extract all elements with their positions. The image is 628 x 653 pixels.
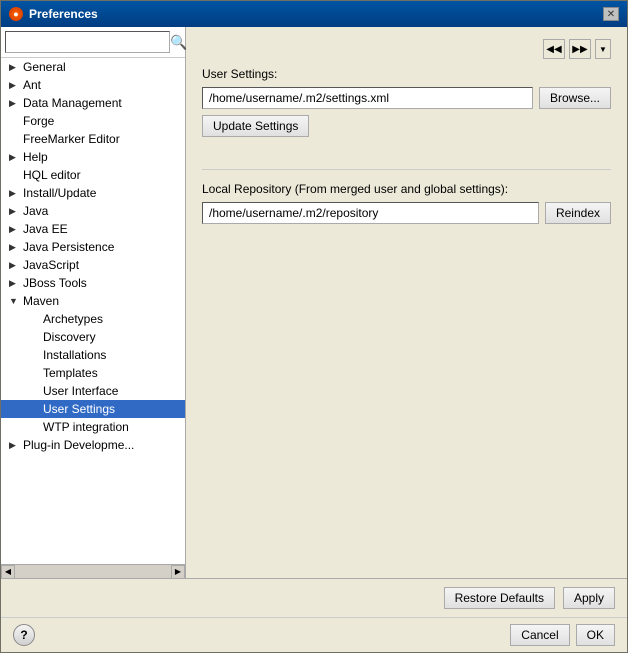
tree-item-user-interface[interactable]: User Interface — [1, 382, 185, 400]
window-title: Preferences — [29, 7, 98, 21]
local-repo-row: Reindex — [202, 202, 611, 224]
tree-item-data-management[interactable]: ▶ Data Management — [1, 94, 185, 112]
reindex-button[interactable]: Reindex — [545, 202, 611, 224]
tree-arrow-data-management: ▶ — [9, 98, 19, 109]
search-clear-button[interactable]: 🔍 — [170, 32, 187, 52]
tree-item-wtp-integration[interactable]: WTP integration — [1, 418, 185, 436]
tree-item-plug-in-development[interactable]: ▶ Plug-in Developme... — [1, 436, 185, 454]
tree-item-install-update[interactable]: ▶ Install/Update — [1, 184, 185, 202]
apply-button[interactable]: Apply — [563, 587, 615, 609]
tree-arrow-help: ▶ — [9, 152, 19, 163]
tree-item-discovery[interactable]: Discovery — [1, 328, 185, 346]
tree-label-plug-in-development: Plug-in Developme... — [23, 438, 134, 452]
tree-label-maven: Maven — [23, 294, 59, 308]
tree-item-templates[interactable]: Templates — [1, 364, 185, 382]
tree-label-general: General — [23, 60, 66, 74]
tree-label-user-interface: User Interface — [43, 384, 118, 398]
section-divider — [202, 169, 611, 170]
tree-label-templates: Templates — [43, 366, 98, 380]
title-bar: ● Preferences ✕ — [1, 1, 627, 27]
tree-label-archetypes: Archetypes — [43, 312, 103, 326]
right-panel: ◀◀ ▶▶ ▼ User Settings: Browse... Update … — [186, 27, 627, 578]
tree-arrow-ant: ▶ — [9, 80, 19, 91]
tree-label-hql-editor: HQL editor — [23, 168, 81, 182]
back-button[interactable]: ◀◀ — [543, 39, 565, 59]
tree-arrow-general: ▶ — [9, 62, 19, 73]
tree-item-hql-editor[interactable]: HQL editor — [1, 166, 185, 184]
tree-label-ant: Ant — [23, 78, 41, 92]
tree-item-java-ee[interactable]: ▶ Java EE — [1, 220, 185, 238]
nav-bar: ◀◀ ▶▶ ▼ — [202, 39, 611, 59]
close-button[interactable]: ✕ — [603, 7, 619, 21]
tree-label-installations: Installations — [43, 348, 106, 362]
left-panel: 🔍 ▶ General ▶ Ant ▶ Data Management Forge FreeM… — [1, 27, 186, 578]
local-repo-section: Local Repository (From merged user and g… — [202, 182, 611, 230]
user-settings-input[interactable] — [202, 87, 533, 109]
tree-label-user-settings: User Settings — [43, 402, 115, 416]
tree-container[interactable]: ▶ General ▶ Ant ▶ Data Management Forge FreeMar… — [1, 58, 185, 564]
tree-item-user-settings[interactable]: User Settings — [1, 400, 185, 418]
ok-button[interactable]: OK — [576, 624, 615, 646]
bottom-right: Restore Defaults Apply — [444, 587, 615, 609]
tree-item-ant[interactable]: ▶ Ant — [1, 76, 185, 94]
browse-button[interactable]: Browse... — [539, 87, 611, 109]
nav-dropdown-button[interactable]: ▼ — [595, 39, 611, 59]
forward-button[interactable]: ▶▶ — [569, 39, 591, 59]
tree-label-data-management: Data Management — [23, 96, 122, 110]
user-settings-section: User Settings: Browse... Update Settings — [202, 67, 611, 149]
local-repo-input[interactable] — [202, 202, 539, 224]
tree-label-install-update: Install/Update — [23, 186, 96, 200]
tree-item-java-persistence[interactable]: ▶ Java Persistence — [1, 238, 185, 256]
tree-label-javascript: JavaScript — [23, 258, 79, 272]
restore-defaults-button[interactable]: Restore Defaults — [444, 587, 555, 609]
tree-arrow-install-update: ▶ — [9, 188, 19, 199]
app-icon: ● — [9, 7, 23, 21]
tree-item-help[interactable]: ▶ Help — [1, 148, 185, 166]
scroll-right[interactable]: ▶ — [171, 565, 185, 579]
scroll-left[interactable]: ◀ — [1, 565, 15, 579]
tree-arrow-jboss-tools: ▶ — [9, 278, 19, 289]
tree-arrow-plug-in-development: ▶ — [9, 440, 19, 451]
tree-item-forge[interactable]: Forge — [1, 112, 185, 130]
tree-label-discovery: Discovery — [43, 330, 96, 344]
tree-item-freemarker-editor[interactable]: FreeMarker Editor — [1, 130, 185, 148]
update-settings-button[interactable]: Update Settings — [202, 115, 309, 137]
tree-arrow-maven: ▼ — [9, 296, 19, 306]
search-input[interactable] — [5, 31, 170, 53]
tree-item-jboss-tools[interactable]: ▶ JBoss Tools — [1, 274, 185, 292]
user-settings-row: Browse... — [202, 87, 611, 109]
tree-arrow-java: ▶ — [9, 206, 19, 217]
action-row: ? Cancel OK — [1, 617, 627, 652]
preferences-window: ● Preferences ✕ 🔍 ▶ General ▶ Ant ▶ Data Mana… — [0, 0, 628, 653]
tree-arrow-java-persistence: ▶ — [9, 242, 19, 253]
tree-item-archetypes[interactable]: Archetypes — [1, 310, 185, 328]
search-bar: 🔍 — [1, 27, 185, 58]
tree-arrow-java-ee: ▶ — [9, 224, 19, 235]
tree-item-java[interactable]: ▶ Java — [1, 202, 185, 220]
cancel-button[interactable]: Cancel — [510, 624, 569, 646]
help-button[interactable]: ? — [13, 624, 35, 646]
tree-arrow-javascript: ▶ — [9, 260, 19, 271]
tree-item-general[interactable]: ▶ General — [1, 58, 185, 76]
tree-label-help: Help — [23, 150, 48, 164]
scroll-track[interactable] — [15, 565, 171, 578]
tree-item-installations[interactable]: Installations — [1, 346, 185, 364]
bottom-bar: Restore Defaults Apply — [1, 578, 627, 617]
tree-item-javascript[interactable]: ▶ JavaScript — [1, 256, 185, 274]
main-content: 🔍 ▶ General ▶ Ant ▶ Data Management Forge FreeM… — [1, 27, 627, 578]
tree-item-maven[interactable]: ▼ Maven — [1, 292, 185, 310]
tree-label-java-persistence: Java Persistence — [23, 240, 114, 254]
tree-label-wtp-integration: WTP integration — [43, 420, 129, 434]
tree-label-jboss-tools: JBoss Tools — [23, 276, 87, 290]
tree-label-java-ee: Java EE — [23, 222, 68, 236]
local-repo-label: Local Repository (From merged user and g… — [202, 182, 611, 196]
tree-label-freemarker-editor: FreeMarker Editor — [23, 132, 120, 146]
title-bar-left: ● Preferences — [9, 7, 98, 21]
tree-label-java: Java — [23, 204, 48, 218]
horizontal-scrollbar[interactable]: ◀ ▶ — [1, 564, 185, 578]
tree-label-forge: Forge — [23, 114, 54, 128]
user-settings-label: User Settings: — [202, 67, 611, 81]
